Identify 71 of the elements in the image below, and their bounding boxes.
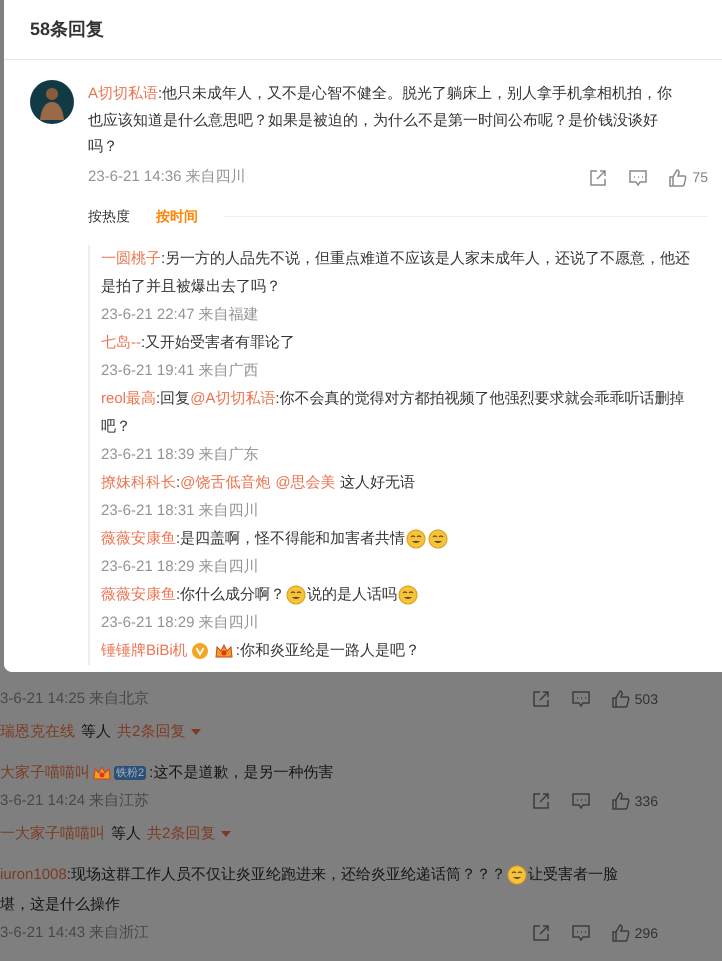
like-icon[interactable]	[610, 689, 631, 709]
reply-text: 七岛--:又开始受害者有罪论了	[101, 332, 296, 352]
comment-icon[interactable]	[570, 791, 591, 811]
like-count: 296	[634, 924, 658, 942]
comment-time: 3-6-21 14:25 来自北京	[0, 688, 150, 709]
comment-icon[interactable]	[570, 689, 591, 709]
user-name[interactable]: 一圆桃子	[101, 250, 161, 266]
user-name[interactable]: 薇薇安康鱼	[101, 586, 176, 602]
reply-time: 23-6-21 18:29 来自四川	[101, 612, 260, 632]
comment-icon[interactable]	[628, 168, 648, 188]
mention-link[interactable]: @饶舌低音炮	[180, 474, 270, 490]
reply-time: 23-6-21 18:29 来自四川	[101, 556, 260, 576]
face-icon	[286, 584, 306, 605]
replies-toggle[interactable]: 共2条回复	[147, 822, 232, 846]
mention-link[interactable]: @思会美	[275, 474, 336, 490]
reply-time: 23-6-21 18:39 来自广东	[101, 444, 260, 464]
caret-icon	[191, 729, 202, 735]
dialog-title: 58条回复	[30, 18, 104, 41]
comment-text: 堪，这是什么操作	[0, 895, 121, 915]
reply-text: reol最高:回复@A切切私语:你不会真的觉得对方都拍视频了他强烈要求就会乖乖听话删掉吧？	[101, 388, 686, 436]
avatar	[30, 80, 74, 124]
user-name[interactable]: iuron1008	[0, 866, 67, 883]
crown-icon	[214, 642, 234, 660]
mention-link[interactable]: @A切切私语	[190, 390, 276, 406]
sort-tab[interactable]: 按热度	[88, 206, 130, 227]
sort-tab[interactable]: 按时间	[156, 206, 198, 227]
reply-text: 锤锤牌BiBi机 :你和炎亚纶是一路人是吧？	[101, 640, 421, 662]
comment-text: A切切私语:他只未成年人，又不是心智不健全。脱光了躺床上，别人拿手机拿相机拍，你也应该知道是什么意思吧？如果是被迫的，为什么不是第一时间公布呢？是价钱没谈好吗？	[88, 84, 674, 157]
face-icon	[406, 528, 426, 549]
like-count: 503	[634, 690, 658, 708]
user-name[interactable]: 一大家子喵喵叫	[0, 822, 105, 846]
verified-icon	[190, 642, 209, 660]
user-name[interactable]: reol最高	[101, 390, 156, 406]
user-name[interactable]: 锤锤牌BiBi机	[101, 642, 188, 658]
comment-time: 3-6-21 14:24 来自江苏	[0, 790, 150, 811]
share-icon[interactable]	[530, 791, 551, 811]
reply-time: 23-6-21 19:41 来自广西	[101, 360, 260, 380]
comment-time: 23-6-21 14:36 来自四川	[88, 167, 246, 188]
face-icon	[428, 528, 448, 549]
like-count: 75	[692, 168, 708, 187]
like-icon[interactable]	[610, 791, 631, 811]
comment-icon[interactable]	[570, 923, 591, 943]
face-icon	[506, 865, 527, 886]
replies-toggle[interactable]: 共2条回复	[117, 720, 202, 744]
user-name[interactable]: 薇薇安康鱼	[101, 530, 176, 546]
comment-text: 大家子喵喵叫 铁粉2 :这不是道歉，是另一种伤害	[0, 763, 334, 784]
user-name[interactable]: 瑞恩克在线	[0, 720, 75, 744]
comment-time: 3-6-21 14:43 来自浙江	[0, 922, 150, 943]
user-name[interactable]: 七岛--	[101, 334, 141, 350]
face-icon	[398, 584, 418, 605]
reply-text: 一圆桃子:另一方的人品先不说，但重点难道不应该是人家未成年人，还说了不愿意，他还是拍了并且被爆出去了吗？	[101, 248, 692, 296]
others-label: 等人	[81, 722, 111, 742]
reply-text: 薇薇安康鱼:是四盖啊，怪不得能和加害者共情	[101, 524, 704, 552]
reply-time: 23-6-21 22:47 来自福建	[101, 304, 260, 324]
reply-text: 撩妹科科长:@饶舌低音炮 @思会美 这人好无语	[101, 472, 416, 492]
user-name[interactable]: A切切私语	[88, 85, 158, 102]
like-icon[interactable]	[668, 168, 688, 188]
user-name[interactable]: 大家子喵喵叫	[0, 764, 90, 781]
like-icon[interactable]	[610, 923, 631, 943]
comment-text: iuron1008:现场这群工作人员不仅让炎亚纶跑进来，还给炎亚纶递话筒？？？ 让受害者一脸	[0, 860, 658, 890]
like-count: 336	[634, 792, 658, 810]
user-name[interactable]: 撩妹科科长	[101, 474, 176, 490]
crown-icon	[92, 764, 112, 782]
reply-text: 薇薇安康鱼:你什么成分啊？ 说的是人话吗	[101, 580, 704, 608]
share-icon[interactable]	[530, 923, 551, 943]
share-icon[interactable]	[530, 689, 551, 709]
reply-time: 23-6-21 18:31 来自四川	[101, 500, 260, 520]
fan-badge: 铁粉2	[114, 766, 146, 780]
others-label: 等人	[111, 824, 141, 844]
caret-icon	[221, 831, 232, 837]
share-icon[interactable]	[588, 168, 608, 188]
